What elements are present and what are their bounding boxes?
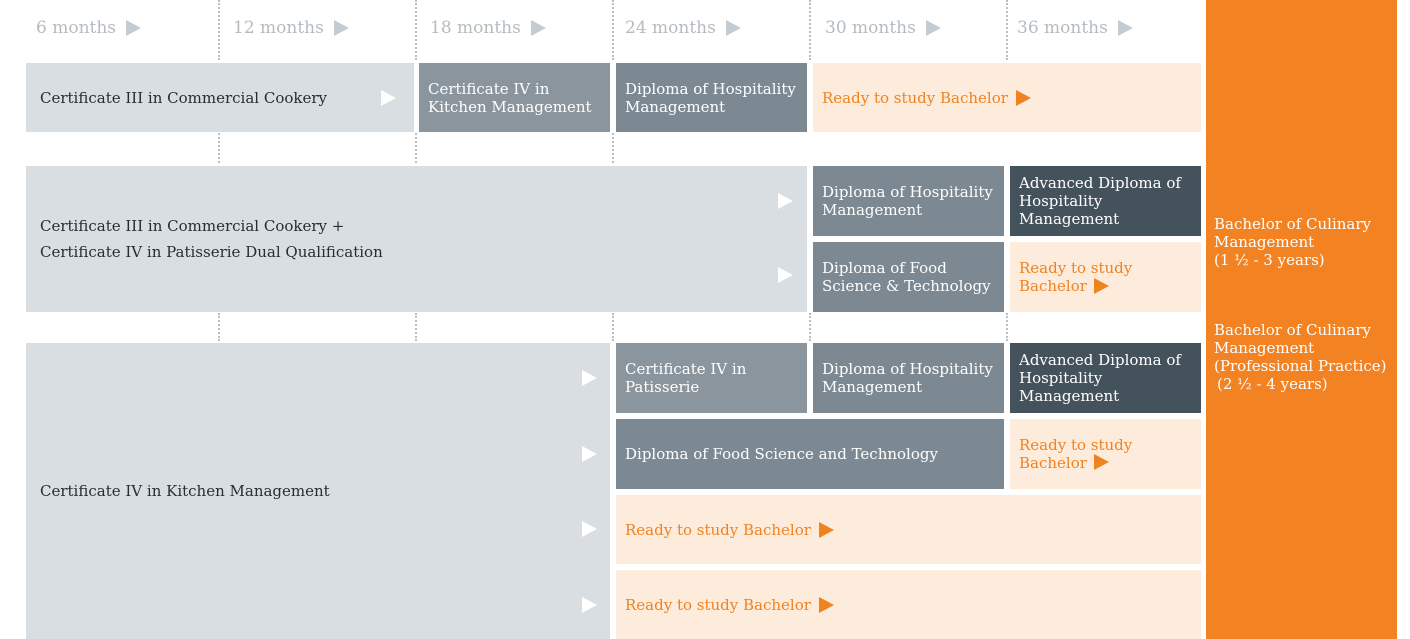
header-36-months: 36 months (1017, 17, 1133, 39)
pathway1-step2-label: Certificate IV in Kitchen Management (428, 79, 592, 116)
pathway3-cert-iv-patisserie: Certificate IV in Patisserie (616, 343, 807, 413)
pathway3-advanced-diploma: Advanced Diploma of Hospitality Manageme… (1010, 343, 1201, 413)
pathway1-step3-label: Diploma of Hospitality Management (625, 79, 796, 116)
arrow-right-icon (725, 20, 741, 36)
divider (415, 133, 417, 163)
divider (218, 313, 220, 341)
arrow-right-icon (818, 521, 834, 538)
pathway3-start-label: Certificate IV in Kitchen Management (40, 482, 330, 500)
pathway2-ready-bachelor: Ready to study Bachelor (1010, 242, 1201, 312)
bachelor1-name: Bachelor of Culinary Management (1214, 215, 1372, 251)
arrow-right-icon (381, 90, 396, 106)
header-label: 30 months (825, 18, 916, 38)
pathway2-ready-label: Ready to study Bachelor (1019, 259, 1133, 295)
arrow-right-icon (582, 597, 597, 613)
arrow-right-icon (818, 596, 834, 613)
header-18-months: 18 months (430, 17, 546, 39)
bachelor-outcome-panel: Bachelor of Culinary Management (1 ½ - 3… (1206, 0, 1397, 639)
arrow-right-icon (925, 20, 941, 36)
arrow-right-icon (778, 193, 793, 209)
bachelor2-name: Bachelor of Culinary Management (Profess… (1214, 321, 1387, 375)
header-6-months: 6 months (36, 17, 142, 39)
pathway2-a2-label: Advanced Diploma of Hospitality Manageme… (1019, 174, 1181, 228)
arrow-right-icon (1094, 278, 1109, 294)
arrow-right-icon (582, 521, 597, 537)
divider (612, 133, 614, 163)
divider (809, 0, 811, 60)
pathway2-a1-label: Diploma of Hospitality Management (822, 183, 993, 219)
pathway3-c1-label: Ready to study Bachelor (625, 520, 811, 539)
pathway1-start-label: Certificate III in Commercial Cookery (40, 88, 327, 107)
arrow-right-icon (126, 20, 142, 36)
header-label: 12 months (233, 18, 324, 38)
pathway2-b1-label: Diploma of Food Science & Technology (822, 259, 991, 295)
bachelor2-duration: (2 ½ - 4 years) (1217, 375, 1328, 393)
pathway2-diploma-food-science: Diploma of Food Science & Technology (813, 242, 1004, 312)
header-label: 36 months (1017, 18, 1108, 38)
arrow-right-icon (582, 370, 597, 386)
divider (612, 0, 614, 60)
pathway3-b2-label: Ready to study Bachelor (1019, 436, 1133, 472)
pathway1-ready-bachelor: Ready to study Bachelor (813, 63, 1201, 132)
pathway2-diploma-hospitality: Diploma of Hospitality Management (813, 166, 1004, 236)
pathway3-diploma-hospitality: Diploma of Hospitality Management (813, 343, 1004, 413)
pathway3-a2-label: Diploma of Hospitality Management (822, 360, 993, 396)
pathway3-a1-label: Certificate IV in Patisserie (625, 360, 747, 396)
pathway2-advanced-diploma: Advanced Diploma of Hospitality Manageme… (1010, 166, 1201, 236)
divider (612, 313, 614, 341)
pathway3-d1-label: Ready to study Bachelor (625, 595, 811, 614)
divider (1006, 313, 1008, 341)
pathway1-start-block: Certificate III in Commercial Cookery (26, 63, 414, 132)
bachelor1-title: Bachelor of Culinary Management (1 ½ - 3… (1214, 215, 1392, 269)
header-label: 18 months (430, 18, 521, 38)
pathway3-b1-label: Diploma of Food Science and Technology (625, 445, 938, 463)
arrow-right-icon (530, 20, 546, 36)
arrow-right-icon (333, 20, 349, 36)
arrow-right-icon (1117, 20, 1133, 36)
pathway3-a3-label: Advanced Diploma of Hospitality Manageme… (1019, 351, 1181, 405)
arrow-right-icon (778, 267, 793, 283)
pathway2-start-line1: Certificate III in Commercial Cookery + (40, 217, 345, 235)
divider (415, 313, 417, 341)
arrow-right-icon (1015, 89, 1031, 106)
arrow-right-icon (1094, 454, 1109, 470)
pathway3-diploma-food-science: Diploma of Food Science and Technology (616, 419, 1004, 489)
header-label: 6 months (36, 18, 117, 38)
bachelor2-title: Bachelor of Culinary Management (Profess… (1214, 321, 1392, 393)
pathway1-diploma-hospitality: Diploma of Hospitality Management (616, 63, 807, 132)
divider (1006, 0, 1008, 60)
bachelor1-duration: (1 ½ - 3 years) (1214, 251, 1325, 269)
header-30-months: 30 months (825, 17, 941, 39)
pathway2-start-block: Certificate III in Commercial Cookery + … (26, 166, 807, 312)
pathway1-ready-label: Ready to study Bachelor (822, 88, 1008, 107)
divider (218, 133, 220, 163)
pathway3-ready-bachelor-d: Ready to study Bachelor (616, 570, 1201, 639)
divider (218, 0, 220, 60)
divider (415, 0, 417, 60)
header-12-months: 12 months (233, 17, 349, 39)
pathway2-start-line2: Certificate IV in Patisserie Dual Qualif… (40, 243, 383, 261)
arrow-right-icon (582, 446, 597, 462)
header-label: 24 months (625, 18, 716, 38)
header-24-months: 24 months (625, 17, 741, 39)
pathway3-ready-bachelor-c: Ready to study Bachelor (616, 495, 1201, 564)
divider (809, 313, 811, 341)
pathway1-cert-iv-kitchen: Certificate IV in Kitchen Management (419, 63, 610, 132)
pathway3-start-block: Certificate IV in Kitchen Management (26, 343, 610, 639)
